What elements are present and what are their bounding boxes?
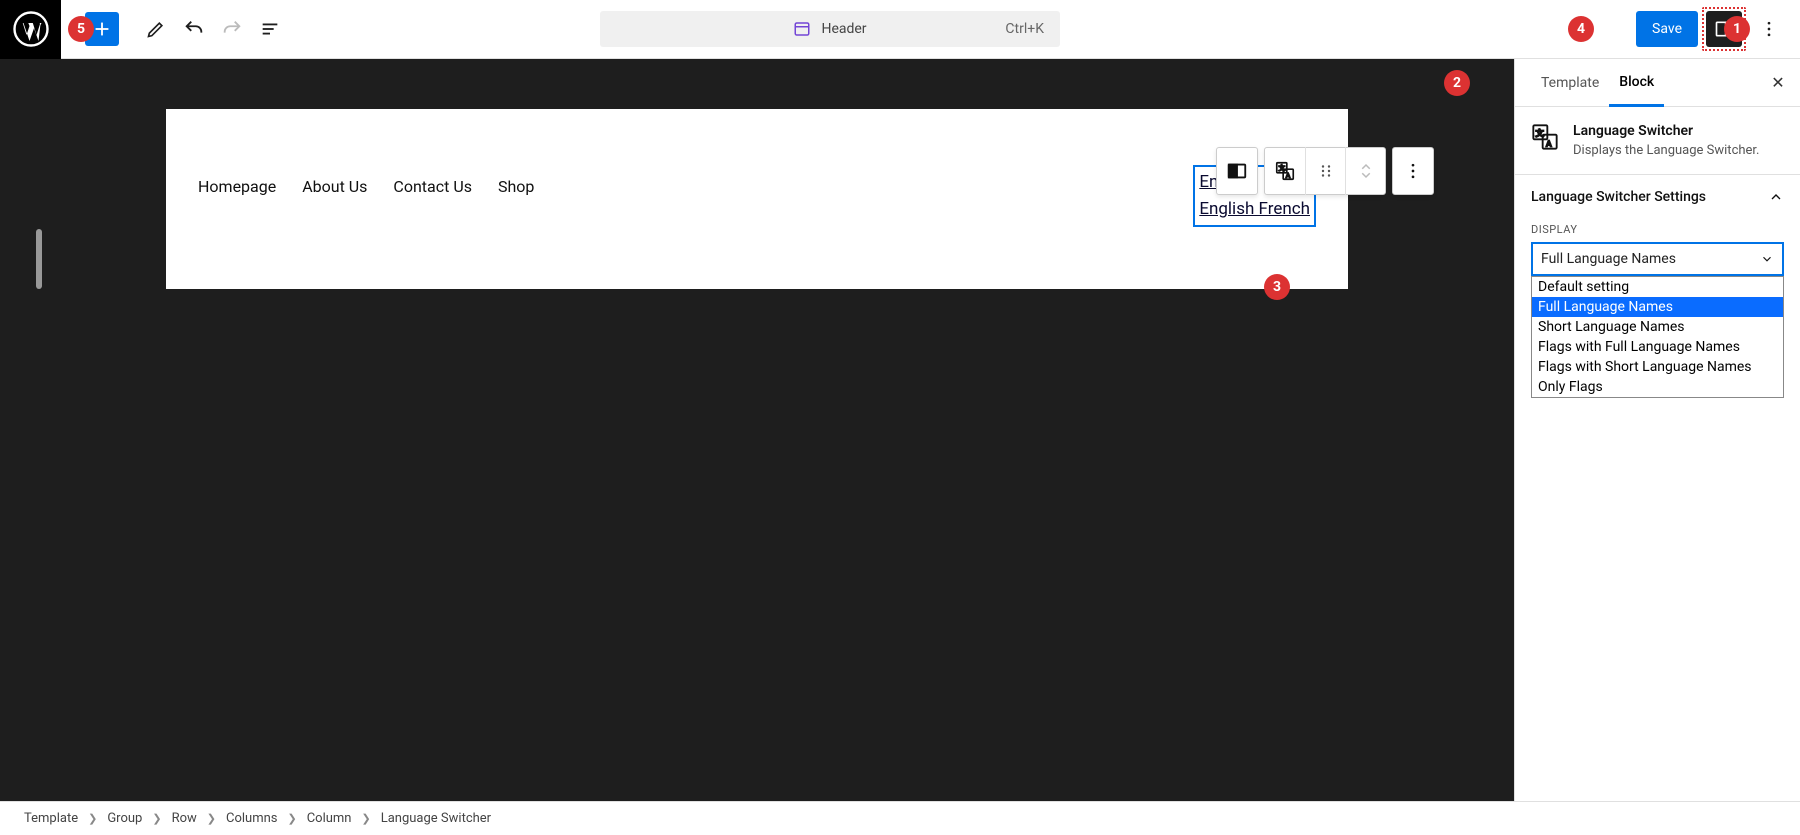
resize-handle-left[interactable] [36, 229, 42, 289]
more-options-button[interactable] [1750, 10, 1788, 48]
lang-line: English French [1199, 196, 1310, 223]
breadcrumb-item[interactable]: Column [307, 811, 352, 826]
redo-button[interactable] [213, 10, 251, 48]
wordpress-logo[interactable] [0, 0, 61, 59]
header-icon [793, 20, 811, 38]
breadcrumb-item[interactable]: Group [107, 811, 142, 826]
top-toolbar: Header Ctrl+K Save [0, 0, 1800, 59]
block-drag-handle[interactable] [1305, 147, 1345, 195]
dropdown-option[interactable]: Flags with Full Language Names [1532, 337, 1783, 357]
breadcrumb-item[interactable]: Template [24, 811, 78, 826]
annotation-badge-3: 3 [1264, 274, 1290, 300]
annotation-badge-5: 5 [68, 16, 94, 42]
chevron-right-icon: ❯ [362, 812, 371, 825]
block-info-header: 文A Language Switcher Displays the Langua… [1515, 107, 1800, 175]
svg-text:A: A [1546, 138, 1552, 148]
annotation-badge-4: 4 [1568, 16, 1594, 42]
block-description: Displays the Language Switcher. [1573, 143, 1759, 158]
annotation-badge-2: 2 [1444, 70, 1470, 96]
editor-canvas[interactable]: 文A Homepage About Us Contact Us S [0, 59, 1514, 801]
header-preview[interactable]: Homepage About Us Contact Us Shop Englis… [166, 109, 1348, 289]
chevron-right-icon: ❯ [207, 812, 216, 825]
block-breadcrumb: Template ❯ Group ❯ Row ❯ Columns ❯ Column ❯ L… [0, 801, 1800, 835]
chevron-down-icon [1760, 252, 1774, 266]
breadcrumb-item[interactable]: Language Switcher [381, 811, 491, 826]
section-title: Language Switcher Settings [1531, 189, 1706, 205]
block-title: Language Switcher [1573, 123, 1759, 139]
nav-item[interactable]: Homepage [198, 177, 276, 196]
section-toggle[interactable]: Language Switcher Settings [1531, 189, 1784, 205]
field-label-display: Display [1531, 223, 1784, 236]
nav-item[interactable]: Shop [498, 177, 534, 196]
select-value: Full Language Names [1541, 251, 1676, 267]
dropdown-option[interactable]: Default setting [1532, 277, 1783, 297]
svg-text:A: A [1286, 171, 1291, 179]
svg-text:文: 文 [1279, 163, 1286, 172]
settings-sidebar: Template Block ✕ 文A Language Switcher Di… [1514, 59, 1800, 801]
display-dropdown: Default setting Full Language Names Shor… [1531, 276, 1784, 398]
language-switcher-icon: 文A [1531, 123, 1559, 151]
dropdown-option[interactable]: Flags with Short Language Names [1532, 357, 1783, 377]
undo-button[interactable] [175, 10, 213, 48]
display-select[interactable]: Full Language Names [1531, 242, 1784, 276]
block-type-button[interactable]: 文A [1265, 147, 1305, 195]
settings-section: Language Switcher Settings Display Full … [1515, 175, 1800, 412]
nav-item[interactable]: Contact Us [393, 177, 472, 196]
list-view-button[interactable] [251, 10, 289, 48]
chevron-right-icon: ❯ [152, 812, 161, 825]
tab-block[interactable]: Block [1609, 60, 1664, 107]
block-parent-button[interactable] [1217, 147, 1257, 195]
save-button[interactable]: Save [1636, 11, 1698, 47]
template-selector[interactable]: Header Ctrl+K [600, 11, 1060, 47]
block-toolbar: 文A [1216, 147, 1434, 195]
breadcrumb-item[interactable]: Columns [226, 811, 278, 826]
svg-text:文: 文 [1536, 128, 1544, 138]
block-move-arrows[interactable] [1345, 147, 1385, 195]
annotation-badge-1: 1 [1724, 16, 1750, 42]
dropdown-option[interactable]: Only Flags [1532, 377, 1783, 397]
breadcrumb-item[interactable]: Row [172, 811, 197, 826]
tab-template[interactable]: Template [1531, 61, 1609, 105]
chevron-up-icon [1768, 189, 1784, 205]
block-more-button[interactable] [1393, 147, 1433, 195]
sidebar-tabs: Template Block ✕ [1515, 59, 1800, 107]
chevron-right-icon: ❯ [287, 812, 296, 825]
shortcut-hint: Ctrl+K [1005, 21, 1044, 37]
nav-menu: Homepage About Us Contact Us Shop [198, 177, 534, 196]
nav-item[interactable]: About Us [302, 177, 367, 196]
chevron-right-icon: ❯ [88, 812, 97, 825]
sidebar-close-button[interactable]: ✕ [1760, 73, 1796, 92]
template-name: Header [821, 21, 866, 37]
dropdown-option[interactable]: Full Language Names [1532, 297, 1783, 317]
dropdown-option[interactable]: Short Language Names [1532, 317, 1783, 337]
edit-tool-button[interactable] [137, 10, 175, 48]
